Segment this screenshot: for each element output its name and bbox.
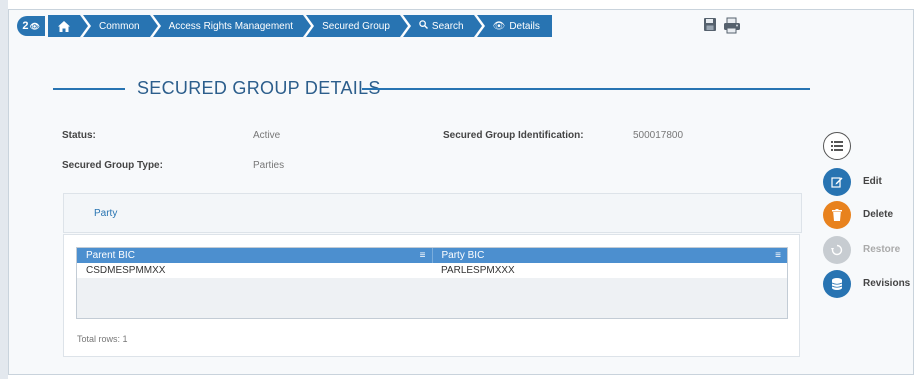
breadcrumb-label: Search: [431, 20, 464, 32]
breadcrumb-search[interactable]: Search: [402, 15, 482, 37]
eye-icon: 👁: [492, 20, 506, 32]
breadcrumb-details[interactable]: 👁 Details: [476, 15, 552, 37]
breadcrumb-home[interactable]: [48, 15, 88, 37]
grid-header: Parent BIC ≡ Party BIC ≡: [77, 248, 787, 263]
title-rule-left: [53, 88, 125, 90]
revisions-label[interactable]: Revisions: [863, 278, 910, 289]
title-rule-right: [362, 88, 810, 90]
breadcrumb-label: Common: [99, 20, 140, 32]
list-icon: [831, 141, 843, 151]
list-view-button[interactable]: [823, 132, 851, 160]
column-menu-icon[interactable]: ≡: [775, 248, 781, 263]
edit-icon: [831, 177, 843, 188]
revisions-button[interactable]: [823, 270, 851, 298]
trash-icon: [832, 209, 842, 221]
edit-button[interactable]: [823, 168, 851, 196]
restore-icon: [831, 244, 843, 256]
column-menu-icon[interactable]: ≡: [420, 248, 426, 263]
tab-party[interactable]: Party: [94, 208, 117, 219]
restore-button: [823, 236, 851, 264]
breadcrumb: 2 👁 Common Access Rights Management Secu…: [17, 15, 555, 37]
delete-button[interactable]: [823, 201, 851, 229]
column-header-party-bic[interactable]: Party BIC ≡: [433, 248, 788, 263]
cell-party-bic: PARLESPMXXX: [441, 265, 515, 276]
restore-label: Restore: [863, 244, 901, 255]
breadcrumb-common[interactable]: Common: [83, 15, 158, 37]
column-header-label: Party BIC: [441, 250, 485, 261]
left-gutter: [0, 0, 8, 379]
column-header-parent-bic[interactable]: Parent BIC ≡: [77, 248, 433, 263]
status-value: Active: [253, 130, 281, 141]
type-label: Secured Group Type:: [62, 160, 163, 171]
party-table-panel: Parent BIC ≡ Party BIC ≡ CSDMESPMMXX PAR…: [63, 234, 800, 357]
party-grid: Parent BIC ≡ Party BIC ≡ CSDMESPMMXX PAR…: [76, 247, 788, 319]
home-icon: [58, 20, 70, 32]
identification-value: 500017800: [633, 130, 684, 141]
total-rows: Total rows: 1: [77, 334, 128, 344]
badge-count: 2: [22, 20, 29, 32]
breadcrumb-label: Access Rights Management: [168, 20, 294, 32]
edit-label[interactable]: Edit: [863, 176, 882, 187]
breadcrumb-secured-group[interactable]: Secured Group: [306, 15, 408, 37]
delete-label[interactable]: Delete: [863, 209, 893, 220]
party-tab-bar: Party: [63, 193, 802, 233]
print-icon[interactable]: [721, 17, 743, 34]
eye-icon: 👁: [29, 21, 40, 31]
status-label: Status:: [62, 130, 96, 141]
toolbar: [703, 17, 743, 34]
breadcrumb-label: Details: [509, 20, 540, 32]
database-icon: [832, 278, 842, 290]
section-title: SECURED GROUP DETAILS: [53, 78, 810, 100]
page-title: SECURED GROUP DETAILS: [137, 78, 381, 98]
breadcrumb-label: Secured Group: [322, 20, 390, 32]
save-icon[interactable]: [703, 17, 717, 32]
search-icon: [419, 20, 428, 32]
open-windows-badge[interactable]: 2 👁: [17, 16, 45, 36]
identification-label: Secured Group Identification:: [443, 130, 584, 141]
column-header-label: Parent BIC: [86, 250, 135, 261]
table-row[interactable]: CSDMESPMMXX PARLESPMXXX: [77, 263, 787, 278]
type-value: Parties: [253, 160, 285, 171]
breadcrumb-access-rights[interactable]: Access Rights Management: [152, 15, 311, 37]
cell-parent-bic: CSDMESPMMXX: [86, 265, 166, 276]
